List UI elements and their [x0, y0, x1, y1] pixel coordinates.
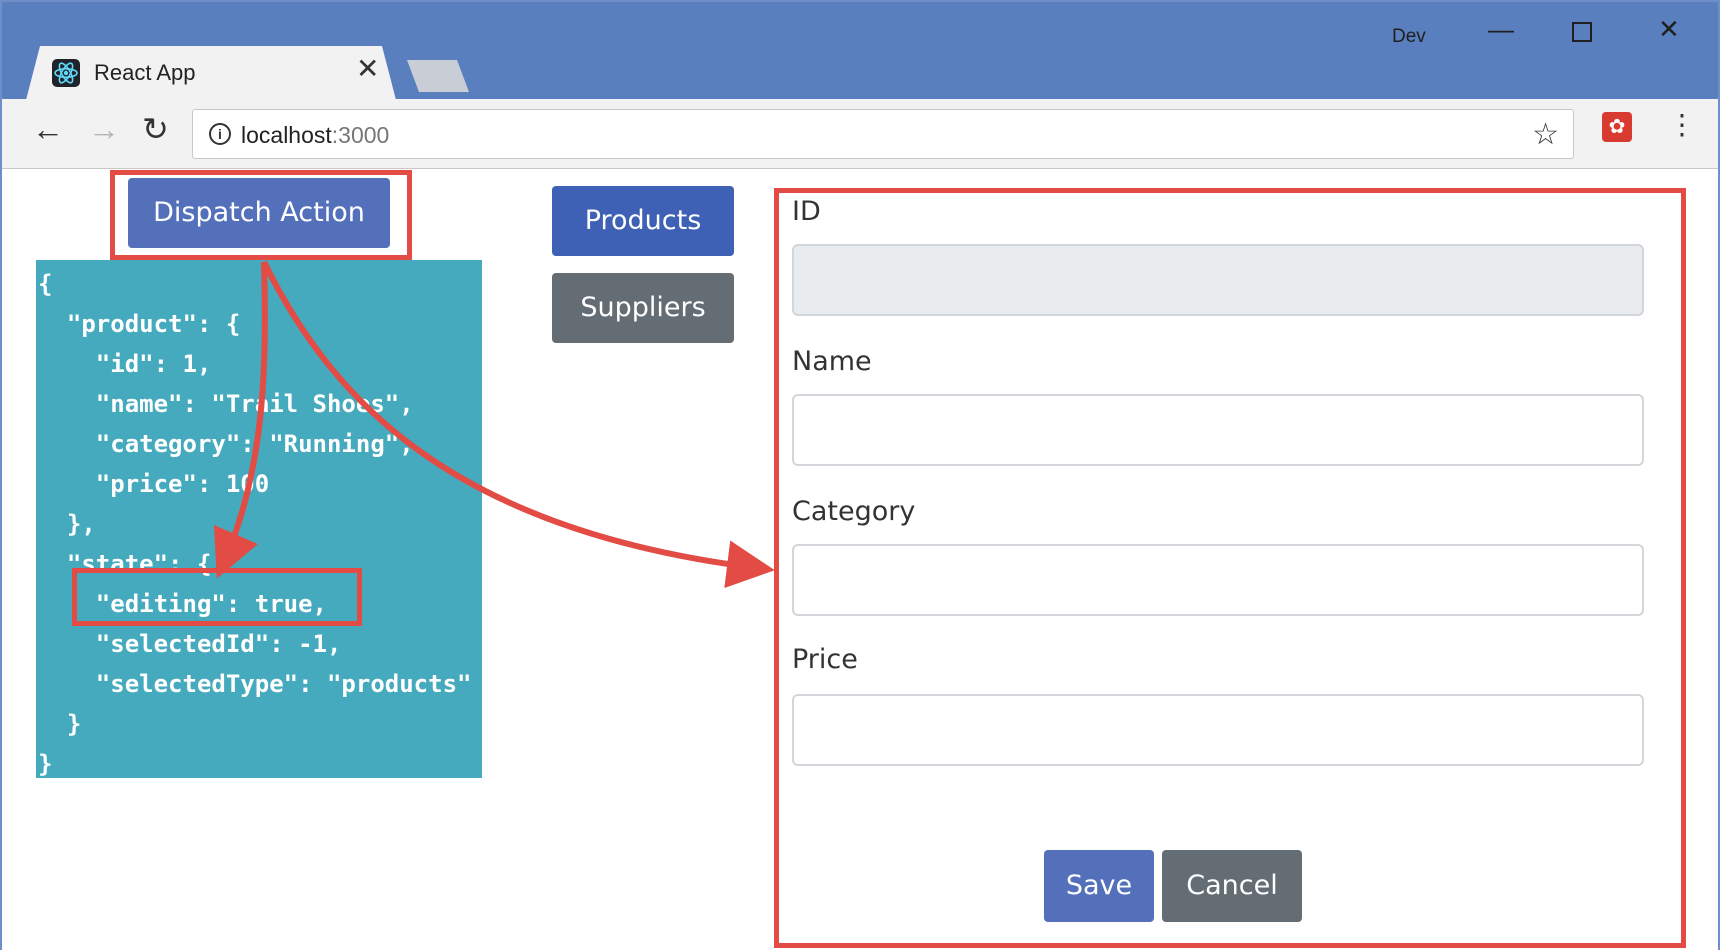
- title-bar: React App ✕ Dev — ✕: [2, 2, 1718, 100]
- json-line: "selectedType": "products": [38, 670, 472, 698]
- maximize-icon[interactable]: [1572, 22, 1592, 42]
- cancel-button[interactable]: Cancel: [1162, 850, 1302, 922]
- json-line: }: [38, 710, 82, 738]
- new-tab-button[interactable]: [407, 60, 469, 92]
- json-line: "category": "Running",: [38, 430, 414, 458]
- name-field[interactable]: [792, 394, 1644, 466]
- forward-icon[interactable]: →: [88, 113, 120, 145]
- menu-icon[interactable]: ⋮: [1668, 111, 1696, 139]
- editor-form: ID Name Category Price: [792, 190, 1644, 930]
- profile-name[interactable]: Dev: [1392, 26, 1426, 48]
- back-icon[interactable]: ←: [32, 113, 64, 145]
- minimize-icon[interactable]: —: [1488, 16, 1514, 42]
- url-port: :3000: [331, 122, 390, 148]
- browser-window: React App ✕ Dev — ✕ ← → ↻ i localhost:30…: [0, 0, 1720, 950]
- browser-tab[interactable]: React App ✕: [26, 46, 396, 100]
- address-bar[interactable]: i localhost:3000 ☆: [192, 109, 1574, 159]
- products-button[interactable]: Products: [552, 186, 734, 256]
- url-text[interactable]: localhost:3000: [241, 122, 389, 149]
- tab-title: React App: [94, 60, 196, 85]
- id-label: ID: [792, 196, 821, 227]
- json-line: "price": 100: [38, 470, 270, 498]
- name-label: Name: [792, 346, 872, 377]
- save-button[interactable]: Save: [1044, 850, 1154, 922]
- suppliers-button[interactable]: Suppliers: [552, 273, 734, 343]
- json-line: }: [38, 750, 53, 778]
- json-line: "id": 1,: [38, 350, 212, 378]
- json-line: "name": "Trail Shoes",: [38, 390, 414, 418]
- category-label: Category: [792, 496, 916, 527]
- category-field[interactable]: [792, 544, 1644, 616]
- address-toolbar: ← → ↻ i localhost:3000 ☆ ✿ ⋮: [2, 99, 1718, 169]
- json-line: "state": {: [38, 550, 212, 578]
- json-line: "product": {: [38, 310, 241, 338]
- json-line: },: [38, 510, 96, 538]
- json-line: {: [38, 270, 53, 298]
- reload-icon[interactable]: ↻: [142, 113, 169, 145]
- price-field[interactable]: [792, 694, 1644, 766]
- page-content: Dispatch Action { "product": { "id": 1, …: [2, 170, 1718, 950]
- close-icon[interactable]: ✕: [1658, 16, 1680, 42]
- extension-icon[interactable]: ✿: [1602, 112, 1632, 142]
- state-json-text: { "product": { "id": 1, "name": "Trail S…: [38, 264, 471, 784]
- json-line: "selectedId": -1,: [38, 630, 342, 658]
- price-label: Price: [792, 644, 858, 675]
- react-icon: [52, 59, 80, 87]
- tab-close-icon[interactable]: ✕: [356, 55, 379, 83]
- dispatch-action-button[interactable]: Dispatch Action: [128, 178, 390, 248]
- star-icon[interactable]: ☆: [1532, 117, 1559, 152]
- json-line: "editing": true,: [38, 590, 327, 618]
- url-host: localhost: [241, 122, 332, 148]
- id-field[interactable]: [792, 244, 1644, 316]
- state-json-panel: { "product": { "id": 1, "name": "Trail S…: [36, 260, 482, 778]
- info-icon[interactable]: i: [209, 123, 231, 145]
